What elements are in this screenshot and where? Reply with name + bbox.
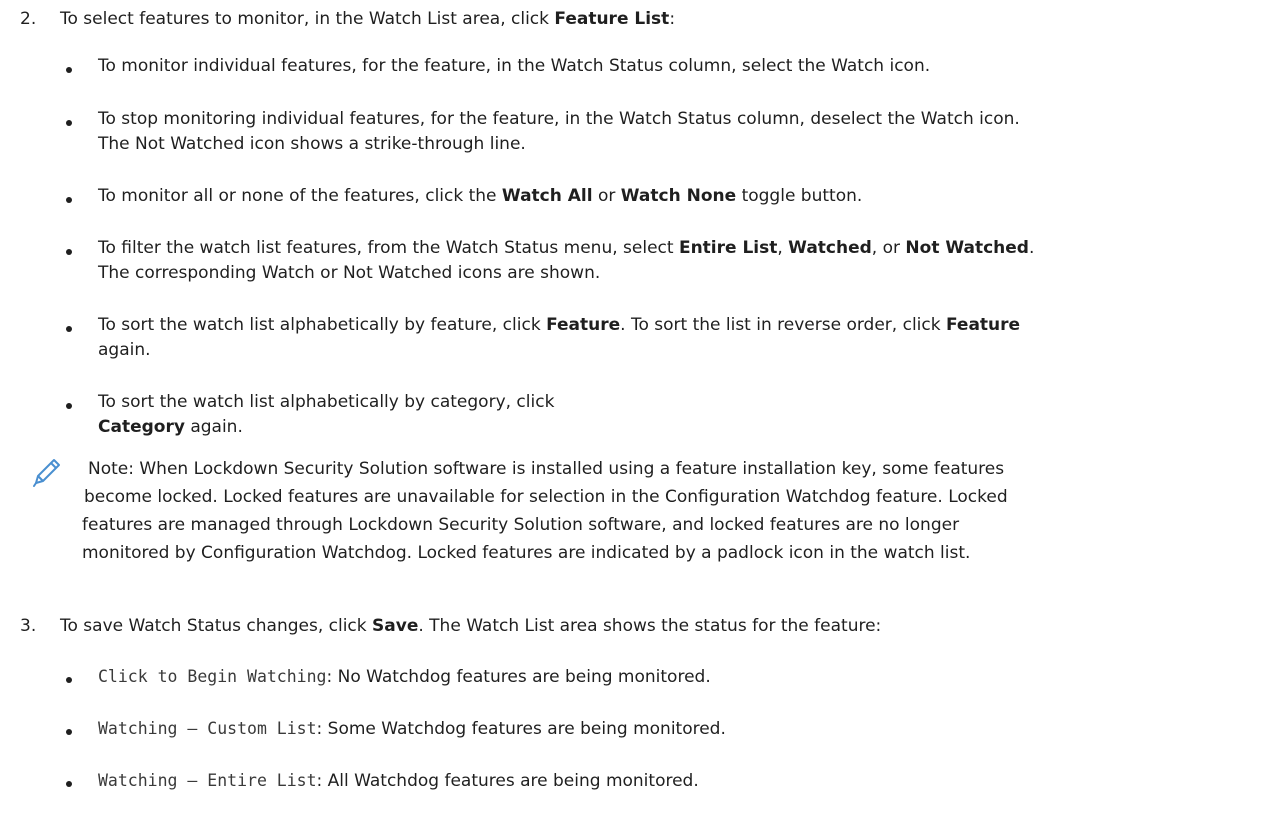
step-text: To save Watch Status changes, click Save… (60, 616, 882, 636)
document-page: 2. To select features to monitor, in the… (0, 0, 1269, 836)
bullet-icon (66, 326, 72, 332)
step-number: 3. (20, 616, 37, 636)
save-label: Save (372, 616, 419, 636)
bullet-icon (66, 120, 72, 126)
feature-list-label: Feature List (554, 9, 670, 29)
bullet-icon (66, 403, 72, 409)
bullet-icon (66, 197, 72, 203)
bullet-icon (66, 249, 72, 255)
bullet-icon (66, 67, 72, 73)
note-text: Note: When Lockdown Security Solution so… (82, 459, 1008, 563)
pencil-icon (33, 459, 60, 487)
bullet-icon (66, 677, 72, 683)
step-number: 2. (20, 9, 37, 29)
step-text: To select features to monitor, in the Wa… (60, 9, 676, 29)
bullet-icon (66, 729, 72, 735)
bullet-icon (66, 781, 72, 787)
